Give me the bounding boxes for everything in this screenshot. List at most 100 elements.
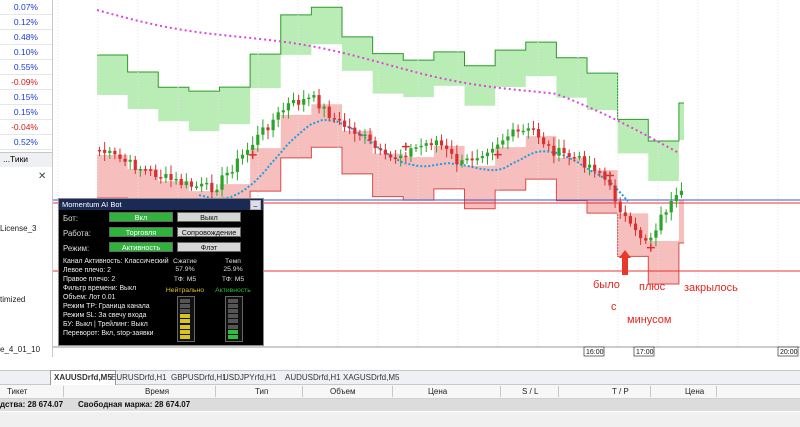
candle-body (496, 144, 500, 149)
percent-change-row[interactable]: -0.04% (0, 120, 52, 135)
trading-button[interactable]: Торговля (109, 227, 173, 237)
navigator-item[interactable]: timized (0, 295, 25, 304)
gauge-segment (228, 303, 238, 308)
column-separator[interactable] (716, 386, 717, 397)
column-header[interactable]: Цена (428, 387, 447, 396)
bot-on-button[interactable]: Вкл (109, 212, 173, 222)
column-header[interactable]: Объем (330, 387, 356, 396)
column-header[interactable]: T / P (612, 387, 629, 396)
crosshair-time-label: 17:00 (636, 349, 654, 356)
candle-body (342, 120, 347, 127)
column-separator[interactable] (215, 386, 216, 397)
candle-body (108, 150, 112, 153)
column-header[interactable]: S / L (522, 387, 538, 396)
support-button[interactable]: Сопровождение (177, 227, 241, 237)
gauge-segment (180, 309, 190, 313)
percent-change-row[interactable]: 0.07% (0, 0, 52, 15)
candle-body (542, 137, 546, 145)
candle-body (414, 147, 418, 149)
navigator-panel: ✕ License_3 timized e_4_01_10 (0, 167, 52, 357)
gauge-segment (228, 314, 238, 319)
candle-body (189, 181, 194, 187)
candle-body (511, 129, 515, 137)
annotation-zakrylos: закрылось (684, 282, 738, 294)
navigator-item[interactable]: e_4_01_10 (0, 345, 40, 354)
candle-body (205, 182, 209, 185)
activity-button[interactable]: Активность (109, 242, 173, 252)
column-separator[interactable] (650, 386, 651, 397)
bot-off-button[interactable]: Выкл (177, 212, 241, 222)
candle-body (613, 185, 617, 202)
candle-body (368, 134, 372, 141)
percent-change-row[interactable]: -0.09% (0, 75, 52, 90)
column-separator[interactable] (500, 386, 501, 397)
candle-body (276, 112, 280, 120)
gauge-segment (180, 314, 190, 319)
info-reversal: Переворот: Вкл, stop-заявки (63, 330, 154, 337)
column-separator[interactable] (558, 386, 559, 397)
candle-body (322, 106, 326, 109)
percent-change-row[interactable]: 0.15% (0, 90, 52, 105)
info-tp-mode: Режим TP: Граница канала (63, 303, 150, 310)
percent-change-row[interactable]: 0.12% (0, 15, 52, 30)
candle-body (608, 179, 612, 186)
info-bu-trailing: БУ: Выкл | Трейлинг: Выкл (63, 321, 148, 328)
percent-change-row[interactable]: 0.10% (0, 45, 52, 60)
candle-body (582, 156, 587, 168)
watchlist-panel: 0.07% 0.12% 0.48% 0.10% 0.55% -0.09% 0.15% 0.15… (0, 0, 53, 357)
candle-body (256, 134, 260, 145)
symbol-tab[interactable]: USDJPYrfd,H1 (220, 371, 279, 384)
symbol-tab[interactable]: EURUSDrfd,H1 (108, 371, 170, 384)
candle-body (506, 136, 510, 141)
flat-button[interactable]: Флэт (177, 242, 241, 252)
column-separator[interactable] (63, 386, 64, 397)
crosshair-time-label: 16:00 (586, 349, 604, 356)
column-header[interactable]: Цена (685, 387, 704, 396)
candle-body (399, 155, 403, 159)
candle-body (485, 152, 490, 157)
candle-body (118, 154, 122, 159)
candle-body (251, 144, 255, 150)
crosshair-time-label: 20:00 (780, 349, 798, 356)
candle-body (557, 147, 561, 156)
candle-body (159, 177, 163, 179)
gauge-segment (180, 335, 190, 339)
column-header[interactable]: Время (145, 387, 169, 396)
candle-body (465, 158, 469, 161)
candle-body (220, 175, 224, 190)
percent-change-row[interactable]: 0.52% (0, 135, 52, 150)
candle-body (577, 156, 581, 158)
compression-gauge (177, 296, 195, 342)
bottom-strip (0, 412, 800, 427)
symbol-tab[interactable]: XAUUSDrfd,M5 (50, 370, 116, 385)
candle-body (245, 149, 250, 155)
column-header[interactable]: Тикет (7, 387, 27, 396)
column-header[interactable]: Тип (255, 387, 268, 396)
candle-body (348, 126, 352, 129)
candle-body (470, 158, 474, 161)
close-icon[interactable]: ✕ (38, 171, 46, 182)
symbol-tab-bar: XAUUSDrfd,M5 EURUSDrfd,H1 GBPUSDrfd,H1 USDJ… (0, 370, 800, 385)
minimize-icon[interactable]: _ (250, 200, 261, 210)
symbol-tab[interactable]: AUDUSDrfd,H1 (282, 371, 344, 384)
candle-body (516, 129, 520, 132)
gauge-segment (180, 303, 190, 308)
info-time-filter: Фильтр времени: Выкл (63, 285, 137, 292)
percent-change-row[interactable]: 0.48% (0, 30, 52, 45)
candle-body (388, 154, 393, 158)
candle-body (363, 134, 367, 137)
column-separator[interactable] (302, 386, 303, 397)
gauge-compression-title: Сжатие (173, 258, 197, 265)
symbol-tab[interactable]: XAGUSDrfd,M5 (340, 371, 402, 384)
candle-body (475, 158, 479, 161)
bot-panel-title: Momentum AI Bot _ (59, 199, 263, 210)
momentum-bot-panel: Momentum AI Bot _ Бот: Вкл Выкл Работа: … (58, 198, 264, 346)
candle-body (572, 156, 576, 159)
percent-change-row[interactable]: 0.15% (0, 105, 52, 120)
percent-change-row[interactable]: 0.55% (0, 60, 52, 75)
navigator-item[interactable]: License_3 (0, 224, 36, 233)
column-separator[interactable] (392, 386, 393, 397)
candle-body (536, 129, 541, 138)
candle-body (317, 95, 321, 109)
tab-ticks[interactable]: Тики (10, 154, 28, 164)
